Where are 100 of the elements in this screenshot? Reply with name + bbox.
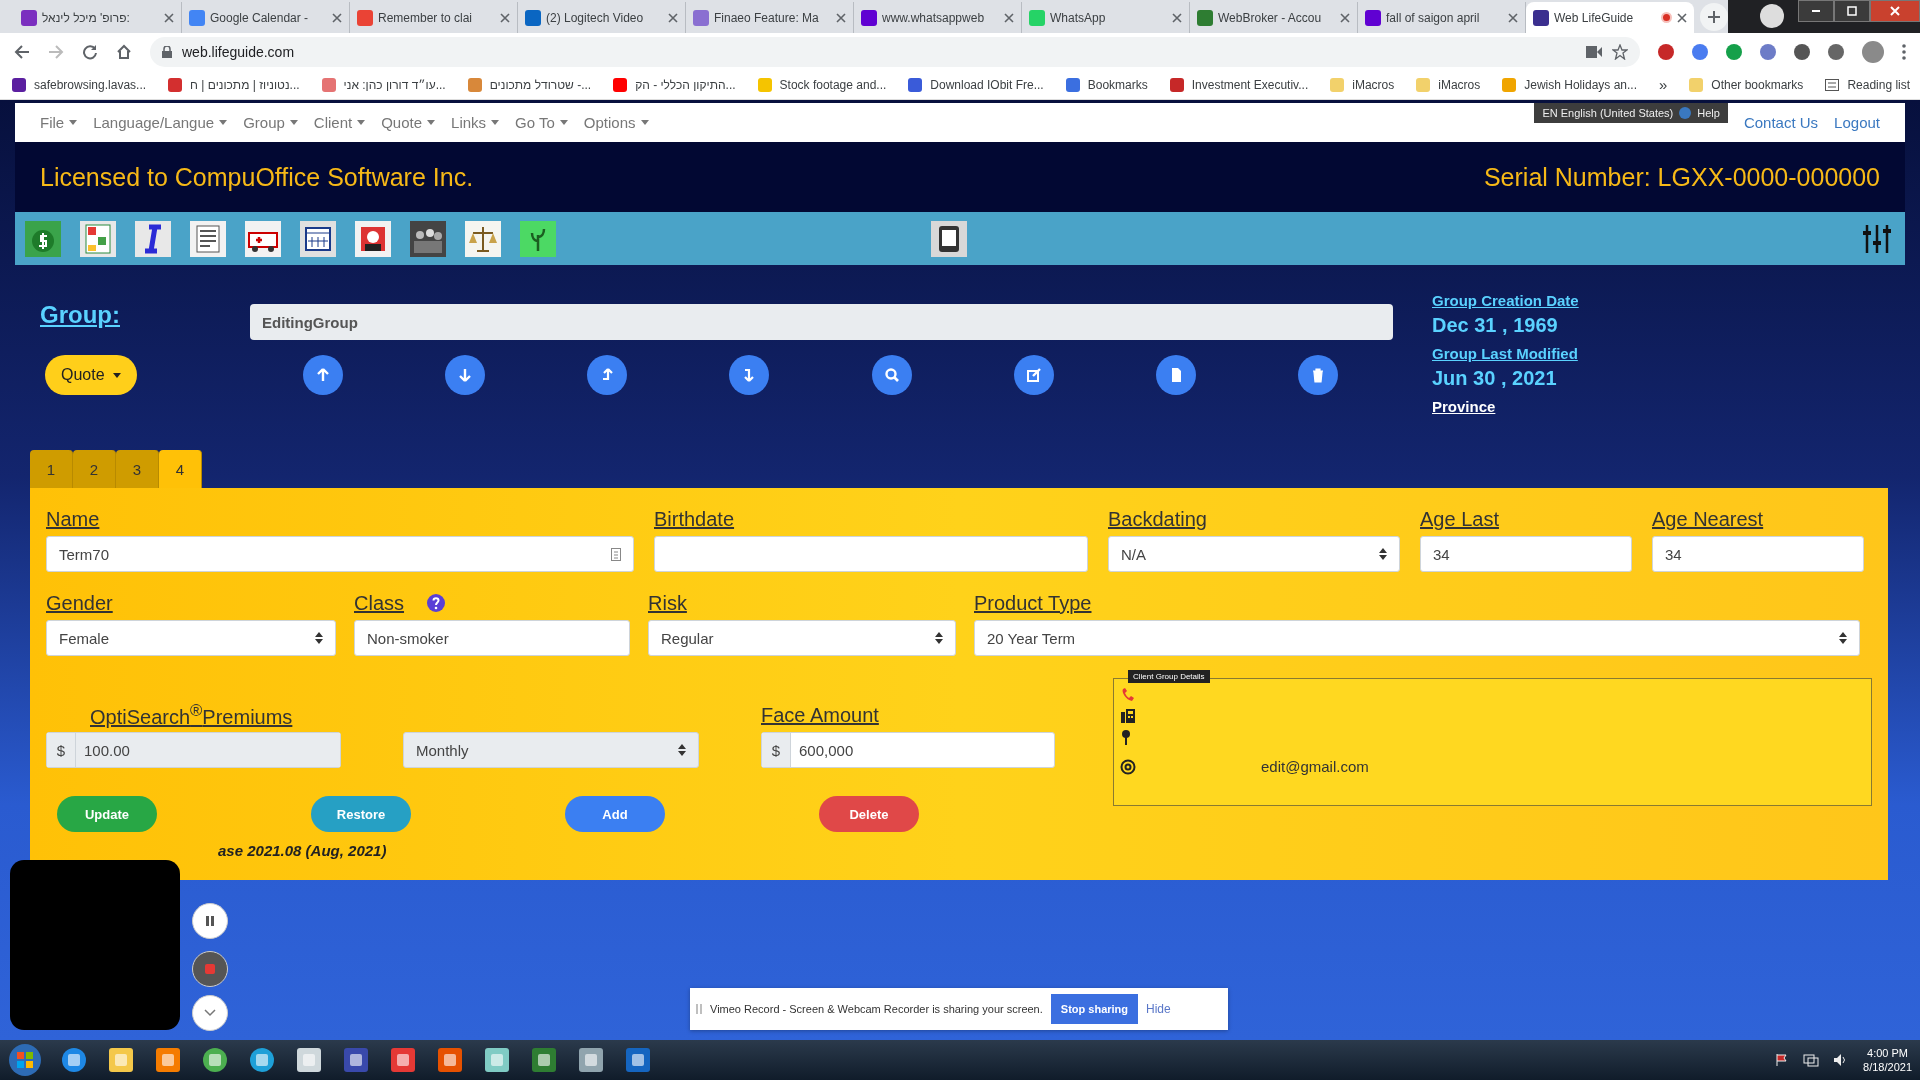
avatar[interactable] bbox=[1862, 40, 1884, 63]
date-link[interactable]: Group Creation Date bbox=[1432, 292, 1905, 314]
crowd-icon[interactable] bbox=[410, 220, 446, 257]
star-icon[interactable] bbox=[1612, 43, 1628, 60]
scales-icon[interactable] bbox=[465, 220, 501, 257]
client-tab[interactable]: 3 bbox=[116, 450, 159, 488]
bookmark[interactable]: iMacros bbox=[1330, 77, 1395, 92]
menu-item[interactable]: Quote bbox=[381, 114, 436, 131]
close-icon[interactable] bbox=[1004, 12, 1014, 23]
extension-icon[interactable] bbox=[1726, 43, 1742, 60]
header-link[interactable]: Contact Us bbox=[1743, 114, 1819, 131]
date-link[interactable]: Group Last Modified bbox=[1432, 345, 1905, 367]
doctor-icon[interactable] bbox=[355, 220, 391, 257]
quote-dropdown[interactable]: Quote bbox=[45, 355, 137, 395]
close-icon[interactable] bbox=[1172, 12, 1182, 23]
menu-item[interactable]: Links bbox=[451, 114, 500, 131]
new-tab-button[interactable] bbox=[1700, 3, 1728, 31]
close-icon[interactable] bbox=[1508, 12, 1518, 23]
action-button[interactable]: Delete bbox=[819, 796, 919, 832]
language-selector[interactable]: EN English (United States) Help bbox=[1534, 103, 1728, 123]
browser-icon[interactable] bbox=[247, 1045, 277, 1075]
menu-item[interactable]: Go To bbox=[515, 114, 568, 131]
trash-icon[interactable] bbox=[1298, 355, 1338, 395]
extension-icon[interactable] bbox=[1828, 43, 1844, 60]
close-icon[interactable] bbox=[1677, 12, 1687, 23]
extension-icon[interactable] bbox=[1760, 43, 1776, 60]
bookmark[interactable]: Bookmarks bbox=[1065, 77, 1148, 92]
client-tab[interactable]: 1 bbox=[30, 450, 73, 488]
address-bar[interactable]: web.lifeguide.com bbox=[150, 36, 1640, 67]
close-icon[interactable] bbox=[332, 12, 342, 23]
bookmark[interactable]: Download IObit Fre... bbox=[908, 77, 1044, 92]
remote-desktop-icon[interactable] bbox=[623, 1045, 653, 1075]
arrow-up-icon[interactable] bbox=[303, 355, 343, 395]
browser-icon[interactable] bbox=[200, 1045, 230, 1075]
dropdown[interactable]: N/A bbox=[1108, 536, 1400, 572]
close-icon[interactable] bbox=[500, 12, 510, 23]
notebook-icon[interactable] bbox=[482, 1045, 512, 1075]
start-button[interactable] bbox=[8, 1043, 42, 1077]
seedling-icon[interactable] bbox=[520, 220, 556, 257]
bookmark[interactable]: שטרודל מתכונים -... bbox=[467, 77, 592, 92]
bookmark[interactable]: Stock footage and... bbox=[757, 77, 887, 92]
money-icon[interactable] bbox=[529, 1045, 559, 1075]
close-icon[interactable] bbox=[1340, 12, 1350, 23]
clock[interactable]: 4:00 PM 8/18/2021 bbox=[1863, 1047, 1912, 1073]
menu-item[interactable]: File bbox=[40, 114, 78, 131]
flag-icon[interactable] bbox=[1775, 1053, 1790, 1067]
client-tab[interactable]: 2 bbox=[73, 450, 116, 488]
bookmark[interactable]: Jewish Holidays an... bbox=[1502, 77, 1637, 92]
bookmark[interactable]: safebrowsing.lavas... bbox=[12, 77, 147, 92]
province-link[interactable]: Province bbox=[1432, 398, 1905, 415]
bookmark[interactable]: עו״ד דורון כהן: אני... bbox=[321, 77, 446, 92]
menu-item[interactable]: Client bbox=[313, 114, 366, 131]
bookmark[interactable]: התיקון הכללי - הק... bbox=[613, 77, 736, 92]
help-icon[interactable] bbox=[426, 593, 446, 613]
menu-icon[interactable] bbox=[1902, 43, 1906, 60]
reading-list[interactable]: Reading list bbox=[1825, 77, 1911, 92]
minimize-button[interactable] bbox=[1798, 0, 1834, 22]
extension-icon[interactable] bbox=[1658, 43, 1674, 60]
extension-icon[interactable] bbox=[1692, 43, 1708, 60]
grip-icon[interactable] bbox=[696, 1003, 702, 1015]
text-field[interactable]: Term70 bbox=[46, 536, 634, 572]
bookmark[interactable]: נטוניוז | מתכונים | ח... bbox=[168, 77, 300, 92]
dropdown[interactable]: 20 Year Term bbox=[974, 620, 1860, 656]
back-icon[interactable] bbox=[14, 43, 30, 60]
camera-icon[interactable] bbox=[576, 1045, 606, 1075]
close-icon[interactable] bbox=[164, 12, 174, 23]
action-button[interactable]: Add bbox=[565, 796, 665, 832]
stop-sharing-button[interactable]: Stop sharing bbox=[1050, 994, 1139, 1024]
bookmark[interactable]: iMacros bbox=[1416, 77, 1481, 92]
bookmark-folder[interactable]: Other bookmarks bbox=[1689, 77, 1804, 92]
media-player-icon[interactable] bbox=[153, 1045, 183, 1075]
text-field[interactable] bbox=[654, 536, 1088, 572]
profile-icon[interactable] bbox=[1760, 4, 1784, 28]
arrow-down-icon[interactable] bbox=[445, 355, 486, 395]
header-link[interactable]: Logout bbox=[1834, 114, 1880, 131]
folder-icon[interactable] bbox=[106, 1045, 136, 1075]
menu-item[interactable]: Group bbox=[243, 114, 298, 131]
money-bag-icon[interactable] bbox=[25, 220, 61, 257]
document-icon[interactable] bbox=[1155, 355, 1196, 395]
app-icon[interactable] bbox=[341, 1045, 371, 1075]
calendar-icon[interactable] bbox=[300, 220, 336, 257]
menu-item[interactable]: Language/Langue bbox=[93, 114, 228, 131]
text-field[interactable]: 34 bbox=[1420, 536, 1632, 572]
cleaner-icon[interactable] bbox=[435, 1045, 465, 1075]
internet-explorer-icon[interactable] bbox=[59, 1045, 89, 1075]
letter-i-icon[interactable] bbox=[135, 220, 171, 257]
tablet-icon[interactable] bbox=[931, 220, 967, 257]
search-icon[interactable] bbox=[871, 355, 912, 395]
close-button[interactable] bbox=[1870, 0, 1920, 22]
group-link[interactable]: Group: bbox=[40, 301, 250, 329]
bookmark[interactable]: Investment Executiv... bbox=[1169, 77, 1309, 92]
camera-icon[interactable] bbox=[1586, 45, 1602, 58]
edit-icon[interactable] bbox=[1013, 355, 1054, 395]
move-up-icon[interactable] bbox=[587, 355, 628, 395]
move-down-icon[interactable] bbox=[729, 355, 770, 395]
client-tab[interactable]: 4 bbox=[159, 450, 202, 488]
browser-tab[interactable]: Web LifeGuide bbox=[1526, 2, 1694, 33]
extension-icon[interactable] bbox=[1794, 43, 1810, 60]
home-icon[interactable] bbox=[116, 43, 132, 60]
close-icon[interactable] bbox=[836, 12, 846, 23]
